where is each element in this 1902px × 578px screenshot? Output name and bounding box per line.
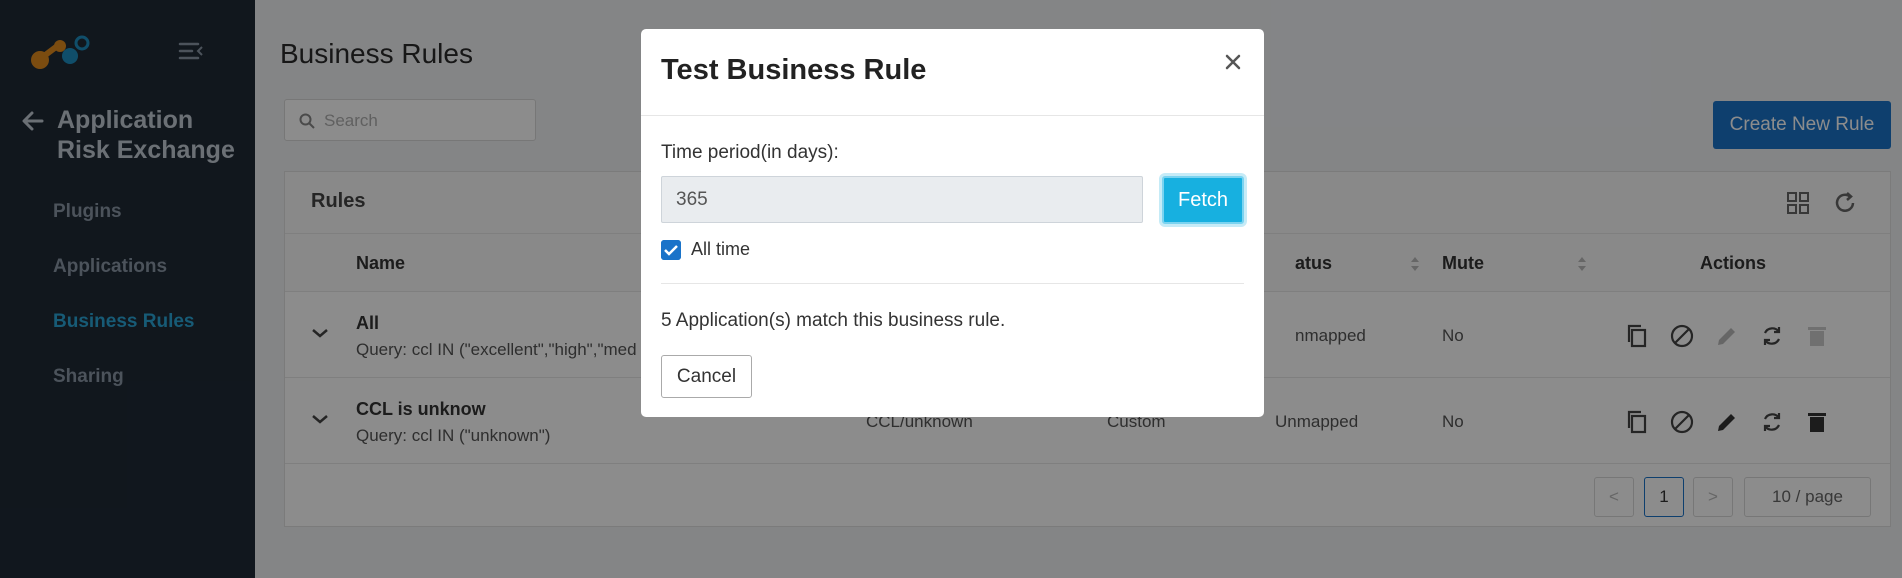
divider <box>641 115 1264 116</box>
test-business-rule-modal: Test Business Rule Time period(in days):… <box>641 29 1264 417</box>
modal-title: Test Business Rule <box>661 54 927 86</box>
match-result-text: 5 Application(s) match this business rul… <box>661 310 1006 331</box>
close-icon[interactable] <box>1222 51 1244 73</box>
time-period-label: Time period(in days): <box>661 142 839 163</box>
divider <box>661 283 1244 284</box>
time-period-input[interactable] <box>661 176 1143 223</box>
fetch-button[interactable]: Fetch <box>1162 176 1244 224</box>
all-time-checkbox[interactable] <box>661 240 681 260</box>
cancel-button[interactable]: Cancel <box>661 355 752 398</box>
all-time-label[interactable]: All time <box>691 239 750 260</box>
